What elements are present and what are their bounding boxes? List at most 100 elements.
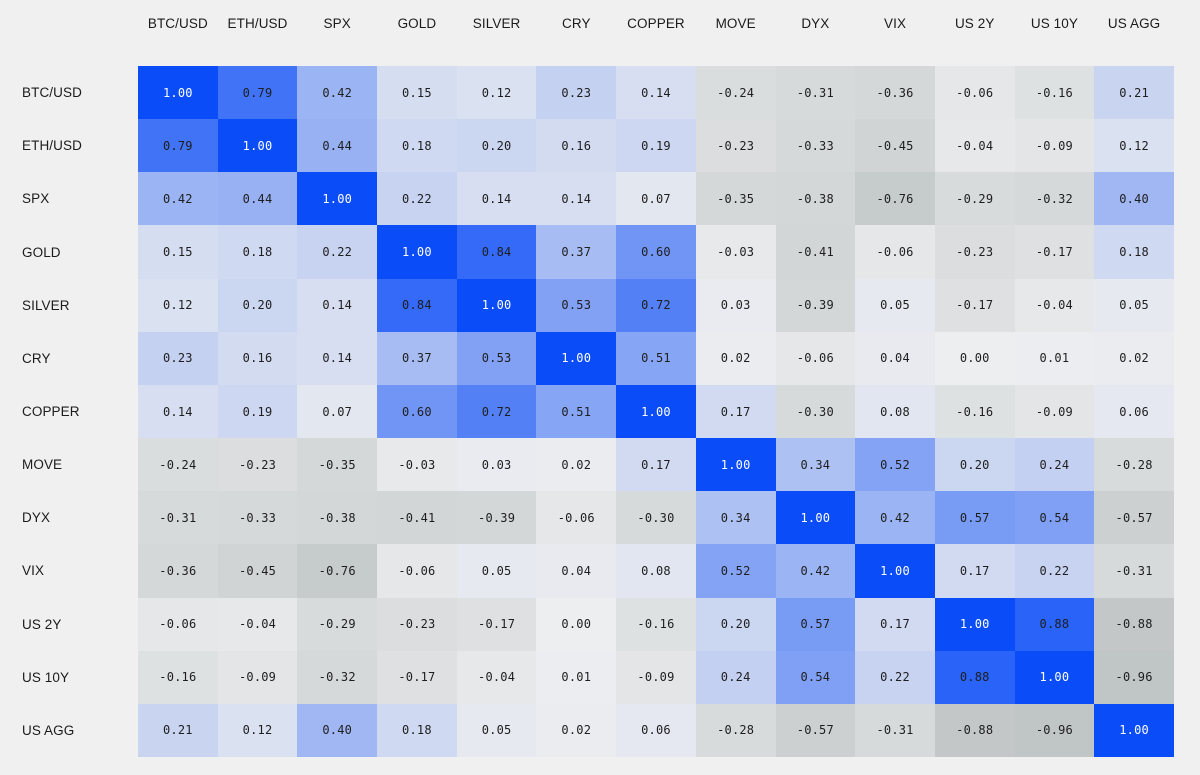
heatmap-cell[interactable]: -0.23 bbox=[217, 438, 298, 492]
heatmap-cell[interactable]: -0.41 bbox=[377, 491, 457, 545]
heatmap-cell[interactable]: 0.06 bbox=[1094, 384, 1174, 439]
heatmap-cell[interactable]: 0.17 bbox=[934, 544, 1015, 598]
heatmap-cell[interactable]: 0.18 bbox=[377, 119, 457, 173]
heatmap-cell[interactable]: 0.03 bbox=[456, 438, 537, 492]
heatmap-cell[interactable]: -0.38 bbox=[297, 491, 378, 545]
heatmap-cell[interactable]: -0.35 bbox=[695, 172, 776, 226]
heatmap-cell[interactable]: 0.79 bbox=[217, 66, 298, 120]
heatmap-cell[interactable]: 0.54 bbox=[1014, 491, 1095, 545]
heatmap-cell[interactable]: 1.00 bbox=[536, 331, 617, 385]
heatmap-cell[interactable]: -0.17 bbox=[934, 278, 1015, 332]
heatmap-cell[interactable]: 0.34 bbox=[695, 491, 776, 545]
heatmap-cell[interactable]: 0.52 bbox=[855, 438, 935, 492]
heatmap-cell[interactable]: -0.06 bbox=[855, 225, 935, 279]
heatmap-cell[interactable]: 0.60 bbox=[616, 225, 696, 279]
heatmap-cell[interactable]: 0.08 bbox=[855, 384, 935, 439]
heatmap-cell[interactable]: 0.57 bbox=[775, 597, 856, 651]
heatmap-cell[interactable]: -0.31 bbox=[1094, 544, 1174, 598]
heatmap-cell[interactable]: 0.16 bbox=[536, 119, 617, 173]
heatmap-cell[interactable]: 0.37 bbox=[377, 331, 457, 385]
heatmap-cell[interactable]: 0.04 bbox=[536, 544, 617, 598]
heatmap-cell[interactable]: 0.17 bbox=[695, 384, 776, 439]
heatmap-cell[interactable]: 0.06 bbox=[616, 703, 696, 758]
heatmap-cell[interactable]: 0.84 bbox=[456, 225, 537, 279]
heatmap-cell[interactable]: 1.00 bbox=[456, 278, 537, 332]
heatmap-cell[interactable]: 0.05 bbox=[855, 278, 935, 332]
heatmap-cell[interactable]: 0.60 bbox=[377, 384, 457, 439]
heatmap-cell[interactable]: 0.18 bbox=[377, 703, 457, 758]
heatmap-cell[interactable]: -0.33 bbox=[775, 119, 856, 173]
heatmap-cell[interactable]: -0.28 bbox=[1094, 438, 1174, 492]
heatmap-cell[interactable]: 0.42 bbox=[855, 491, 935, 545]
heatmap-cell[interactable]: -0.09 bbox=[616, 650, 696, 704]
heatmap-cell[interactable]: -0.03 bbox=[695, 225, 776, 279]
heatmap-cell[interactable]: 0.57 bbox=[934, 491, 1015, 545]
heatmap-cell[interactable]: -0.39 bbox=[456, 491, 537, 545]
heatmap-cell[interactable]: 1.00 bbox=[934, 597, 1015, 651]
heatmap-cell[interactable]: 0.03 bbox=[695, 278, 776, 332]
heatmap-cell[interactable]: -0.09 bbox=[1014, 119, 1095, 173]
heatmap-cell[interactable]: 0.18 bbox=[217, 225, 298, 279]
heatmap-cell[interactable]: -0.35 bbox=[297, 438, 378, 492]
heatmap-cell[interactable]: 0.16 bbox=[217, 331, 298, 385]
heatmap-cell[interactable]: 0.40 bbox=[297, 703, 378, 758]
heatmap-cell[interactable]: -0.36 bbox=[138, 544, 218, 598]
heatmap-cell[interactable]: 0.14 bbox=[536, 172, 617, 226]
heatmap-cell[interactable]: 0.51 bbox=[536, 384, 617, 439]
heatmap-cell[interactable]: -0.03 bbox=[377, 438, 457, 492]
heatmap-cell[interactable]: -0.36 bbox=[855, 66, 935, 120]
heatmap-cell[interactable]: -0.31 bbox=[855, 703, 935, 758]
heatmap-cell[interactable]: -0.41 bbox=[775, 225, 856, 279]
heatmap-cell[interactable]: -0.16 bbox=[138, 650, 218, 704]
heatmap-cell[interactable]: 1.00 bbox=[377, 225, 457, 279]
heatmap-cell[interactable]: -0.24 bbox=[138, 438, 218, 492]
heatmap-cell[interactable]: 1.00 bbox=[1014, 650, 1095, 704]
heatmap-cell[interactable]: -0.17 bbox=[377, 650, 457, 704]
heatmap-cell[interactable]: -0.09 bbox=[1014, 384, 1095, 439]
heatmap-cell[interactable]: 0.21 bbox=[1094, 66, 1174, 120]
heatmap-cell[interactable]: -0.45 bbox=[855, 119, 935, 173]
heatmap-cell[interactable]: -0.16 bbox=[934, 384, 1015, 439]
heatmap-cell[interactable]: -0.23 bbox=[695, 119, 776, 173]
heatmap-cell[interactable]: -0.45 bbox=[217, 544, 298, 598]
heatmap-cell[interactable]: -0.30 bbox=[775, 384, 856, 439]
heatmap-cell[interactable]: 0.20 bbox=[934, 438, 1015, 492]
heatmap-cell[interactable]: 0.01 bbox=[1014, 331, 1095, 385]
heatmap-cell[interactable]: 0.04 bbox=[855, 331, 935, 385]
heatmap-cell[interactable]: 0.53 bbox=[456, 331, 537, 385]
heatmap-cell[interactable]: -0.24 bbox=[695, 66, 776, 120]
heatmap-cell[interactable]: 0.51 bbox=[616, 331, 696, 385]
heatmap-cell[interactable]: 1.00 bbox=[855, 544, 935, 598]
heatmap-cell[interactable]: 0.12 bbox=[456, 66, 537, 120]
heatmap-cell[interactable]: 0.37 bbox=[536, 225, 617, 279]
heatmap-cell[interactable]: -0.57 bbox=[775, 703, 856, 758]
heatmap-cell[interactable]: 0.08 bbox=[616, 544, 696, 598]
heatmap-cell[interactable]: -0.16 bbox=[1014, 66, 1095, 120]
heatmap-cell[interactable]: 0.14 bbox=[297, 278, 378, 332]
heatmap-cell[interactable]: 0.23 bbox=[536, 66, 617, 120]
heatmap-cell[interactable]: 0.02 bbox=[536, 703, 617, 758]
heatmap-cell[interactable]: 1.00 bbox=[297, 172, 378, 226]
heatmap-cell[interactable]: 0.18 bbox=[1094, 225, 1174, 279]
heatmap-cell[interactable]: 1.00 bbox=[217, 119, 298, 173]
heatmap-cell[interactable]: -0.09 bbox=[217, 650, 298, 704]
heatmap-cell[interactable]: 0.79 bbox=[138, 119, 218, 173]
heatmap-cell[interactable]: -0.39 bbox=[775, 278, 856, 332]
heatmap-cell[interactable]: -0.06 bbox=[536, 491, 617, 545]
heatmap-cell[interactable]: 0.12 bbox=[217, 703, 298, 758]
heatmap-cell[interactable]: 0.22 bbox=[855, 650, 935, 704]
heatmap-cell[interactable]: 0.88 bbox=[1014, 597, 1095, 651]
heatmap-cell[interactable]: -0.30 bbox=[616, 491, 696, 545]
heatmap-cell[interactable]: 0.42 bbox=[138, 172, 218, 226]
heatmap-cell[interactable]: 0.22 bbox=[1014, 544, 1095, 598]
heatmap-cell[interactable]: 0.72 bbox=[616, 278, 696, 332]
heatmap-cell[interactable]: -0.29 bbox=[297, 597, 378, 651]
heatmap-cell[interactable]: 0.05 bbox=[456, 544, 537, 598]
heatmap-cell[interactable]: 0.24 bbox=[695, 650, 776, 704]
heatmap-cell[interactable]: -0.96 bbox=[1094, 650, 1174, 704]
heatmap-cell[interactable]: 1.00 bbox=[695, 438, 776, 492]
heatmap-cell[interactable]: 0.88 bbox=[934, 650, 1015, 704]
heatmap-cell[interactable]: 0.14 bbox=[138, 384, 218, 439]
heatmap-cell[interactable]: -0.76 bbox=[297, 544, 378, 598]
heatmap-cell[interactable]: -0.04 bbox=[934, 119, 1015, 173]
